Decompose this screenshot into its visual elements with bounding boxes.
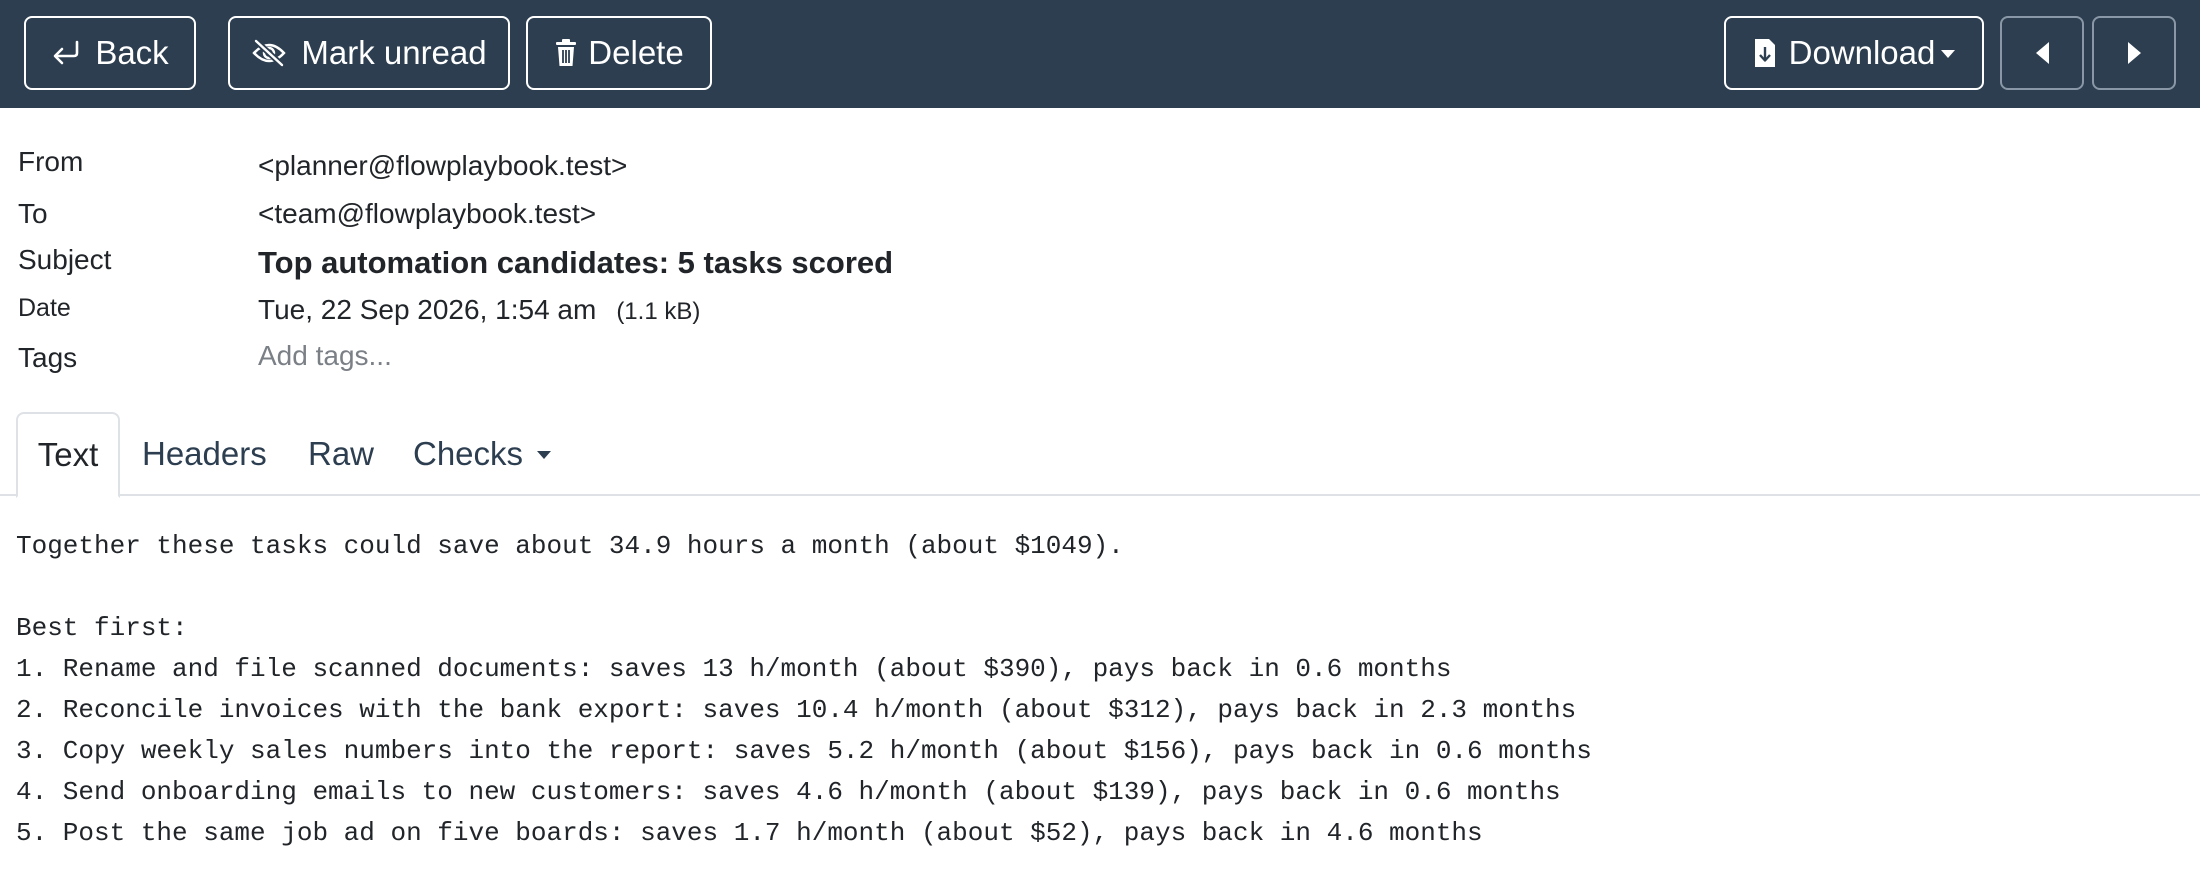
- file-download-icon: [1753, 37, 1777, 69]
- tab-headers[interactable]: Headers: [142, 412, 267, 496]
- mark-unread-label: Mark unread: [301, 34, 487, 71]
- caret-left-icon: [2035, 42, 2049, 64]
- tab-text-label: Text: [37, 436, 99, 473]
- tags-field-wrap: [258, 340, 758, 372]
- back-button[interactable]: Back: [24, 16, 196, 90]
- delete-button[interactable]: Delete: [526, 16, 712, 90]
- date-value: Tue, 22 Sep 2026, 1:54 am: [258, 294, 597, 325]
- trash-icon: [554, 38, 578, 68]
- message-toolbar: Back Mark unread Delete Download: [0, 0, 2200, 108]
- caret-down-icon: [1941, 50, 1956, 58]
- from-value: <planner@flowplaybook.test>: [258, 150, 628, 181]
- from-label: From: [18, 146, 84, 177]
- back-label: Back: [95, 34, 169, 71]
- list-heading: Best first:: [16, 613, 188, 643]
- tab-headers-label: Headers: [142, 435, 267, 472]
- date-label: Date: [18, 294, 71, 322]
- list-item: 2. Reconcile invoices with the bank expo…: [16, 695, 1577, 725]
- date-row: Tue, 22 Sep 2026, 1:54 am (1.1 kB): [258, 294, 700, 326]
- message-body: Together these tasks could save about 34…: [16, 526, 1592, 854]
- download-label: Download: [1788, 34, 1936, 71]
- caret-down-icon: [537, 451, 552, 459]
- tags-input[interactable]: [258, 340, 758, 372]
- list-item: 1. Rename and file scanned documents: sa…: [16, 654, 1452, 684]
- caret-right-icon: [2127, 42, 2141, 64]
- tab-raw[interactable]: Raw: [308, 412, 374, 496]
- body-summary: Together these tasks could save about 34…: [16, 531, 1124, 561]
- return-arrow-icon: [51, 39, 81, 67]
- mark-unread-button[interactable]: Mark unread: [228, 16, 510, 90]
- subject-label: Subject: [18, 244, 112, 275]
- tab-checks-dropdown[interactable]: Checks: [413, 412, 552, 496]
- list-item: 5. Post the same job ad on five boards: …: [16, 818, 1483, 848]
- message-view-tabs: Text Headers Raw Checks: [0, 412, 2200, 498]
- tab-raw-label: Raw: [308, 435, 375, 472]
- to-value: <team@flowplaybook.test>: [258, 198, 597, 229]
- eye-slash-icon: [251, 39, 287, 67]
- tab-checks-label: Checks: [413, 435, 524, 472]
- tab-text[interactable]: Text: [16, 412, 120, 498]
- to-label: To: [18, 198, 48, 229]
- next-message-button[interactable]: [2092, 16, 2176, 90]
- download-dropdown-button[interactable]: Download: [1724, 16, 1984, 90]
- message-size: (1.1 kB): [616, 298, 701, 325]
- list-item: 4. Send onboarding emails to new custome…: [16, 777, 1561, 807]
- tags-label: Tags: [18, 342, 78, 373]
- subject-value: Top automation candidates: 5 tasks score…: [258, 245, 894, 280]
- previous-message-button[interactable]: [2000, 16, 2084, 90]
- list-item: 3. Copy weekly sales numbers into the re…: [16, 736, 1592, 766]
- delete-label: Delete: [588, 34, 684, 71]
